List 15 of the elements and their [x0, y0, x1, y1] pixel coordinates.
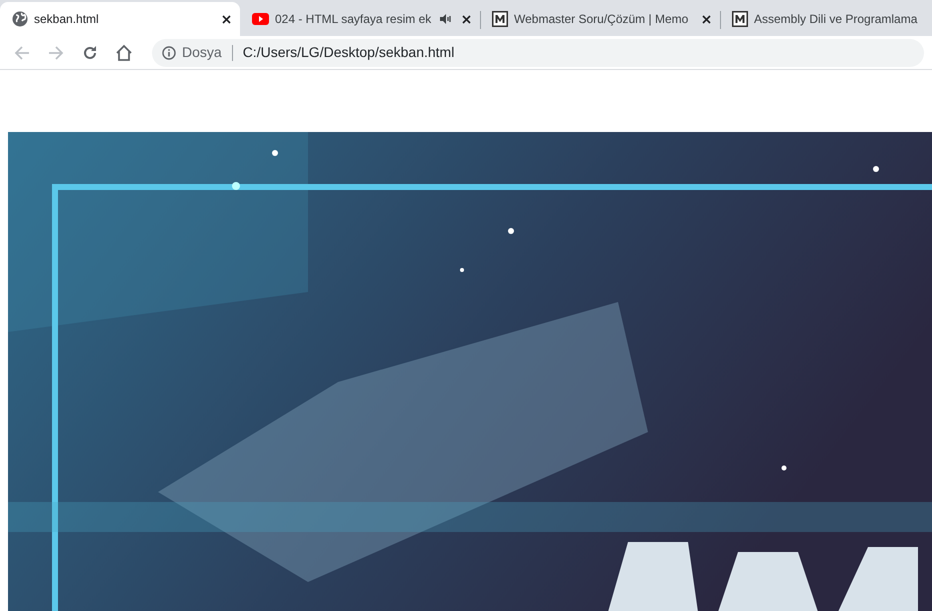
globe-icon — [12, 11, 28, 27]
letter-m-icon — [492, 11, 508, 27]
letter-m-icon — [732, 11, 748, 27]
browser-tab[interactable]: sekban.html — [0, 2, 240, 36]
browser-tab[interactable]: 024 - HTML sayfaya resim ek — [240, 2, 480, 36]
url-text: C:/Users/LG/Desktop/sekban.html — [242, 43, 454, 62]
info-icon[interactable] — [162, 46, 176, 60]
video-play-icon — [252, 13, 269, 25]
address-bar[interactable]: Dosya C:/Users/LG/Desktop/sekban.html — [152, 38, 924, 66]
speaker-icon[interactable] — [440, 14, 452, 24]
home-icon[interactable] — [115, 44, 133, 62]
browser-tab[interactable]: Webmaster Soru/Çözüm | Memo — [480, 2, 720, 36]
security-label: Dosya — [182, 43, 222, 62]
reload-icon[interactable] — [82, 44, 98, 60]
browser-tab[interactable]: Assembly Dili ve Programlama — [720, 2, 932, 36]
